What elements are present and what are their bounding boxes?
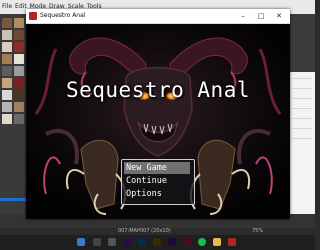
continue-option[interactable]: Continue	[124, 175, 190, 187]
tileset-panel[interactable]	[0, 14, 26, 214]
tile[interactable]	[14, 114, 24, 124]
list-item[interactable]	[292, 138, 312, 139]
title-screen[interactable]: Sequestro Anal New Game Continue Options	[26, 24, 290, 219]
search-icon[interactable]	[93, 238, 101, 246]
taskview-icon[interactable]	[108, 238, 116, 246]
tile[interactable]	[14, 66, 24, 76]
options-option[interactable]: Options	[124, 188, 190, 200]
map-status: 007:MAP007 (20x10)	[118, 228, 171, 234]
map-preview	[290, 14, 315, 72]
list-item[interactable]	[292, 88, 312, 89]
list-item[interactable]	[292, 108, 312, 109]
tile[interactable]	[14, 42, 24, 52]
list-item[interactable]	[292, 78, 312, 79]
tile[interactable]	[14, 54, 24, 64]
start-icon[interactable]	[77, 238, 85, 246]
game-window[interactable]: Sequestro Anal – □ ✕ Sequestro Anal New …	[26, 9, 290, 219]
folder-icon[interactable]	[213, 238, 221, 246]
tile[interactable]	[2, 54, 12, 64]
maximize-button[interactable]: □	[252, 9, 270, 23]
window-titlebar[interactable]: Sequestro Anal – □ ✕	[26, 9, 290, 24]
zoom-level: 75%	[252, 228, 264, 234]
tile[interactable]	[2, 30, 12, 40]
game-icon[interactable]	[228, 238, 236, 246]
new-game-option[interactable]: New Game	[124, 162, 190, 174]
tile[interactable]	[2, 42, 12, 52]
tile[interactable]	[14, 102, 24, 112]
spotify-icon[interactable]	[198, 238, 206, 246]
tile[interactable]	[14, 78, 24, 88]
close-button[interactable]: ✕	[270, 9, 288, 23]
window-title: Sequestro Anal	[40, 12, 86, 19]
title-menu: New Game Continue Options	[121, 159, 195, 205]
photoshop-icon[interactable]	[138, 238, 146, 246]
tile[interactable]	[2, 78, 12, 88]
game-title: Sequestro Anal	[65, 78, 250, 102]
tile[interactable]	[2, 102, 12, 112]
tile[interactable]	[2, 18, 12, 28]
menu-edit[interactable]: Edit	[15, 0, 27, 14]
menu-file[interactable]: File	[2, 0, 12, 14]
app-icon	[29, 12, 37, 20]
premiere-icon[interactable]	[123, 238, 131, 246]
minimize-button[interactable]: –	[234, 9, 252, 23]
list-item[interactable]	[292, 118, 312, 119]
selection-strip	[0, 198, 26, 201]
tile[interactable]	[14, 90, 24, 100]
aftereffects-icon[interactable]	[168, 238, 176, 246]
tile[interactable]	[2, 66, 12, 76]
map-tree-panel[interactable]	[290, 14, 315, 219]
tile[interactable]	[14, 18, 24, 28]
tile[interactable]	[2, 90, 12, 100]
tile[interactable]	[2, 114, 12, 124]
illustrator-icon[interactable]	[153, 238, 161, 246]
animate-icon[interactable]	[183, 238, 191, 246]
tile[interactable]	[14, 30, 24, 40]
list-item[interactable]	[292, 128, 312, 129]
list-item[interactable]	[292, 98, 312, 99]
